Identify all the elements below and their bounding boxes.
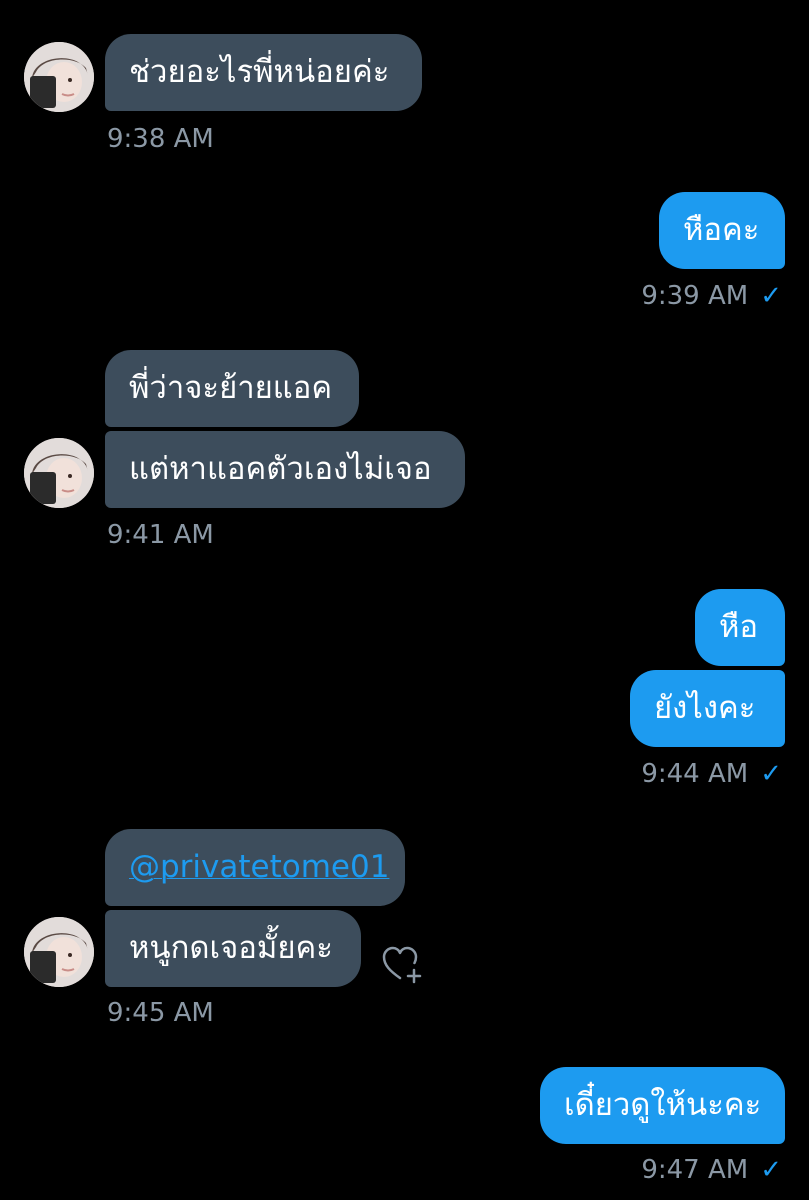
mention-link[interactable]: @privatetome01 [129,849,389,885]
message-bubble-incoming[interactable]: พี่ว่าจะย้ายแอค [105,350,359,427]
read-check-icon: ✓ [760,281,782,311]
message-timestamp: 9:39 AM [641,281,749,311]
message-timestamp-row: 9:39 AM ✓ [560,281,782,311]
read-check-icon: ✓ [760,759,782,789]
message-timestamp: 9:44 AM [641,759,749,789]
message-bubble-outgoing[interactable]: หือคะ [659,192,785,269]
message-timestamp: 9:45 AM [107,998,214,1028]
message-bubble-outgoing[interactable]: ยังไงคะ [630,670,785,747]
user-avatar[interactable] [24,42,94,112]
message-bubble-outgoing[interactable]: หือ [695,589,785,666]
message-timestamp: 9:47 AM [641,1155,749,1185]
user-avatar[interactable] [24,917,94,987]
read-check-icon: ✓ [760,1155,782,1185]
message-timestamp-row: 9:44 AM ✓ [560,759,782,789]
heart-plus-icon[interactable] [380,942,426,988]
message-bubble-outgoing[interactable]: เดี๋ยวดูให้นะคะ [540,1067,785,1144]
message-timestamp-row: 9:47 AM ✓ [560,1155,782,1185]
message-bubble-incoming[interactable]: หนูกดเจอมั้ยคะ [105,910,361,987]
dm-conversation: ช่วยอะไรพี่หน่อยค่ะ 9:38 AM หือคะ 9:39 A… [0,0,809,1200]
user-avatar[interactable] [24,438,94,508]
message-bubble-incoming[interactable]: ช่วยอะไรพี่หน่อยค่ะ [105,34,422,111]
message-bubble-incoming: @privatetome01 [105,829,405,906]
message-timestamp: 9:38 AM [107,124,214,154]
message-bubble-incoming[interactable]: แต่หาแอคตัวเองไม่เจอ [105,431,465,508]
message-timestamp: 9:41 AM [107,520,214,550]
